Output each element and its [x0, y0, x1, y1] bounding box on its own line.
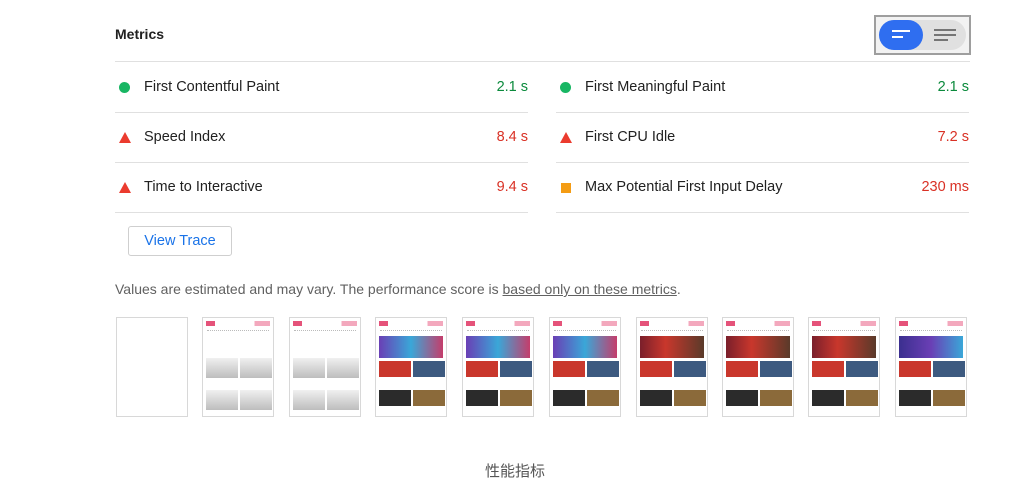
lines-icon	[892, 30, 910, 38]
fail-triangle-icon	[119, 132, 131, 143]
pass-circle-icon	[119, 82, 130, 93]
filmstrip-frame-content	[462, 317, 534, 417]
expanded-view-button[interactable]	[923, 20, 966, 50]
metric-speed-index: Speed Index 8.4 s	[115, 112, 528, 162]
metric-value: 9.4 s	[496, 179, 528, 195]
metrics-docs-link[interactable]: based only on these metrics	[503, 281, 677, 297]
view-toggle[interactable]	[874, 15, 971, 55]
fail-triangle-icon	[560, 132, 572, 143]
metric-value: 7.2 s	[937, 129, 969, 145]
metric-label: Max Potential First Input Delay	[585, 179, 783, 195]
filmstrip-frame-loading	[289, 317, 361, 417]
filmstrip-frame-content	[722, 317, 794, 417]
metric-value: 2.1 s	[496, 79, 528, 95]
filmstrip-frame-content	[636, 317, 708, 417]
lines-icon	[934, 29, 956, 41]
metric-first-cpu-idle: First CPU Idle 7.2 s	[556, 112, 969, 162]
view-trace-button[interactable]: View Trace	[128, 226, 232, 256]
divider	[556, 212, 969, 213]
filmstrip-frame-content	[375, 317, 447, 417]
metric-max-potential-fid: Max Potential First Input Delay 230 ms	[556, 162, 969, 212]
metric-first-meaningful-paint: First Meaningful Paint 2.1 s	[556, 62, 969, 112]
figure-caption: 性能指标	[484, 463, 545, 480]
filmstrip-frame-blank	[116, 317, 188, 417]
metric-value: 2.1 s	[937, 79, 969, 95]
note-text: Values are estimated and may vary. The p…	[115, 281, 503, 297]
note-suffix: .	[676, 281, 681, 297]
metric-label: Time to Interactive	[144, 179, 263, 195]
metric-label: First Contentful Paint	[144, 79, 280, 95]
metric-time-to-interactive: Time to Interactive 9.4 s	[115, 162, 528, 212]
filmstrip-frame-content	[549, 317, 621, 417]
metrics-title: Metrics	[115, 26, 165, 42]
metric-value: 230 ms	[921, 179, 969, 195]
average-square-icon	[561, 183, 571, 193]
metrics-note: Values are estimated and may vary. The p…	[115, 281, 681, 297]
filmstrip-frame-loading	[202, 317, 274, 417]
pass-circle-icon	[560, 82, 571, 93]
compact-view-button[interactable]	[879, 20, 923, 50]
toggle-track	[879, 20, 966, 50]
metric-label: First CPU Idle	[585, 129, 676, 145]
divider	[115, 212, 528, 213]
fail-triangle-icon	[119, 182, 131, 193]
metric-value: 8.4 s	[496, 129, 528, 145]
metric-label: First Meaningful Paint	[585, 79, 726, 95]
filmstrip-frame-content	[895, 317, 967, 417]
metric-label: Speed Index	[144, 129, 226, 145]
filmstrip-frame-content	[808, 317, 880, 417]
metric-first-contentful-paint: First Contentful Paint 2.1 s	[115, 62, 528, 112]
